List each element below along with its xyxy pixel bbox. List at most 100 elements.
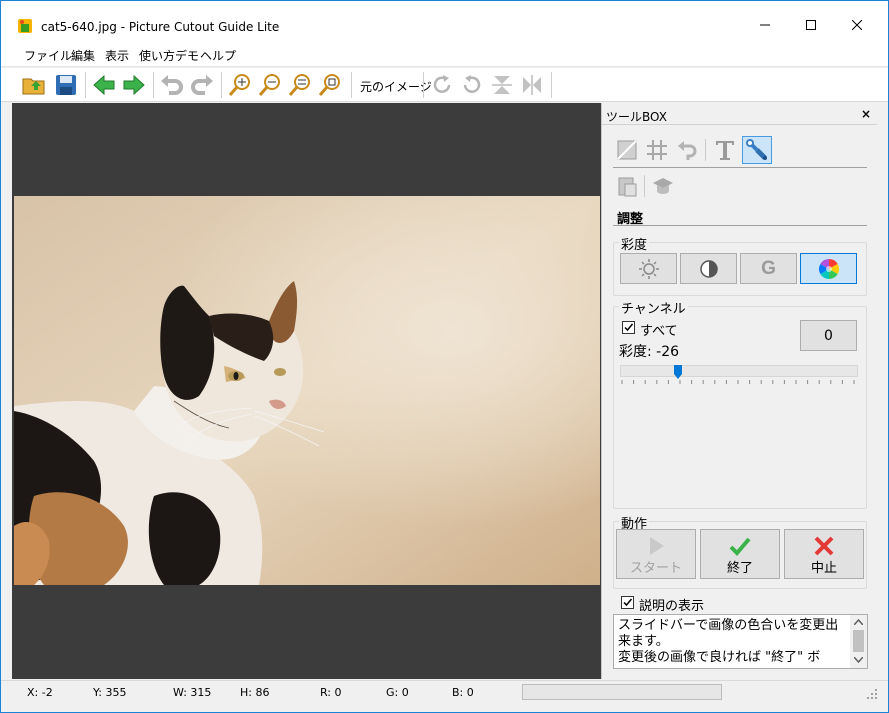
undo-icon: [161, 75, 183, 95]
slider-ticks: [621, 380, 855, 384]
color-wheel-icon: [818, 258, 839, 279]
menu-file[interactable]: ファイル: [24, 47, 72, 64]
app-window: cat5-640.jpg - Picture Cutout Guide Lite…: [0, 0, 889, 713]
image-canvas[interactable]: [12, 103, 601, 679]
forward-button[interactable]: [121, 72, 147, 98]
sun-icon: [638, 258, 659, 279]
redo-button[interactable]: [189, 72, 215, 98]
progress-bar: [522, 684, 722, 700]
checkmark-icon: [624, 323, 634, 332]
saturation-value-label: 彩度: -26: [619, 344, 680, 360]
finish-button[interactable]: 終了: [700, 529, 780, 579]
grid-tool-button[interactable]: [644, 137, 670, 163]
open-button[interactable]: [21, 72, 47, 98]
zoom-in-button[interactable]: [227, 72, 253, 98]
checkmark-icon: [623, 598, 633, 607]
saturation-group-label: 彩度: [619, 234, 650, 253]
menu-help[interactable]: ヘルプ: [200, 47, 236, 64]
text-tool-button[interactable]: [712, 137, 738, 163]
flip-vertical-button[interactable]: [489, 72, 515, 98]
toolbox-close-button[interactable]: ×: [861, 107, 871, 121]
color-mode-button[interactable]: [800, 253, 857, 284]
scroll-down-icon: [854, 657, 863, 663]
gamma-mode-button[interactable]: G: [740, 253, 797, 284]
status-width: W: 315: [173, 686, 212, 699]
paste-tool-button[interactable]: [614, 173, 640, 199]
maximize-icon: [806, 20, 816, 30]
clipboard-icon: [618, 177, 637, 197]
title-bar[interactable]: cat5-640.jpg - Picture Cutout Guide Lite: [1, 1, 888, 41]
menu-bar: ファイル 編集 表示 使い方デモ ヘルプ: [1, 41, 888, 67]
zoom-fit-button[interactable]: [287, 72, 313, 98]
show-help-checkbox[interactable]: [621, 596, 634, 609]
finish-button-label: 終了: [726, 561, 753, 576]
rotate-counterclockwise-icon: [463, 75, 481, 93]
zoom-fit-icon: [288, 74, 310, 96]
learn-tool-button[interactable]: [650, 173, 676, 199]
toolbox-separator: [644, 175, 645, 197]
original-image-button[interactable]: 元のイメージ: [360, 78, 432, 95]
flip-horizontal-button[interactable]: [519, 72, 545, 98]
toolbar-separator: [423, 72, 424, 98]
floppy-disk-icon: [56, 75, 76, 95]
status-blue: B: 0: [452, 686, 474, 699]
minimize-button[interactable]: [742, 9, 788, 41]
status-red: R: 0: [320, 686, 342, 699]
contrast-mode-button[interactable]: [680, 253, 737, 284]
arrow-left-icon: [93, 74, 115, 96]
crop-tool-button[interactable]: [614, 137, 640, 163]
toolbox-title: ツールBOX: [606, 110, 667, 124]
open-folder-icon: [22, 78, 45, 95]
zoom-in-icon: [228, 74, 250, 96]
cat-photo[interactable]: [14, 196, 600, 585]
help-text-line: スライドバーで画像の色合いを変更出: [618, 618, 839, 633]
adjust-tool-button[interactable]: [742, 136, 772, 164]
brightness-mode-button[interactable]: [620, 253, 677, 284]
all-checkbox[interactable]: [622, 321, 635, 334]
redo-icon: [191, 75, 213, 95]
undo-tool-button[interactable]: [674, 137, 700, 163]
minimize-icon: [760, 24, 770, 26]
scroll-thumb[interactable]: [853, 630, 864, 652]
help-text-line: 変更後の画像で良ければ "終了" ボ: [618, 650, 821, 665]
checkmark-green-icon: [729, 537, 751, 556]
text-t-icon: [716, 141, 734, 160]
status-x: X: -2: [27, 686, 53, 699]
crop-icon: [617, 140, 637, 160]
toolbox-divider: [613, 167, 867, 168]
maximize-button[interactable]: [788, 9, 834, 41]
rotate-cw-button[interactable]: [429, 72, 455, 98]
save-button[interactable]: [53, 72, 79, 98]
flip-horizontal-icon: [523, 75, 541, 95]
saturation-slider-thumb[interactable]: [674, 365, 683, 379]
saturation-slider-track[interactable]: [620, 365, 858, 377]
flip-vertical-icon: [492, 76, 512, 94]
zoom-actual-icon: [318, 74, 340, 96]
rotate-ccw-button[interactable]: [459, 72, 485, 98]
graduation-cap-icon: [653, 178, 673, 194]
help-text-box[interactable]: スライドバーで画像の色合いを変更出 来ます。 変更後の画像で良ければ "終了" …: [613, 614, 868, 669]
menu-edit[interactable]: 編集: [71, 47, 95, 64]
zoom-out-icon: [258, 74, 280, 96]
help-scrollbar[interactable]: [850, 615, 867, 668]
resize-grip-icon[interactable]: [867, 689, 877, 699]
wrench-icon: [746, 139, 767, 160]
undo-button[interactable]: [159, 72, 185, 98]
toolbar-separator: [351, 72, 352, 98]
contrast-half-circle-icon: [699, 259, 718, 278]
play-icon: [650, 537, 664, 555]
menu-view[interactable]: 表示: [105, 47, 129, 64]
toolbar-separator: [153, 72, 154, 98]
zoom-actual-button[interactable]: [317, 72, 343, 98]
close-button[interactable]: [834, 9, 880, 41]
cancel-button[interactable]: 中止: [784, 529, 864, 579]
back-button[interactable]: [91, 72, 117, 98]
section-divider: [613, 225, 867, 226]
zoom-out-button[interactable]: [257, 72, 283, 98]
toolbar-separator: [221, 72, 222, 98]
status-bar: X: -2 Y: 355 W: 315 H: 86 R: 0 G: 0 B: 0: [1, 680, 888, 702]
toolbox-header: ツールBOX ×: [602, 103, 877, 125]
menu-demo[interactable]: 使い方デモ: [139, 47, 199, 64]
start-button[interactable]: スタート: [616, 529, 696, 579]
slider-thumb-icon: [674, 365, 683, 379]
